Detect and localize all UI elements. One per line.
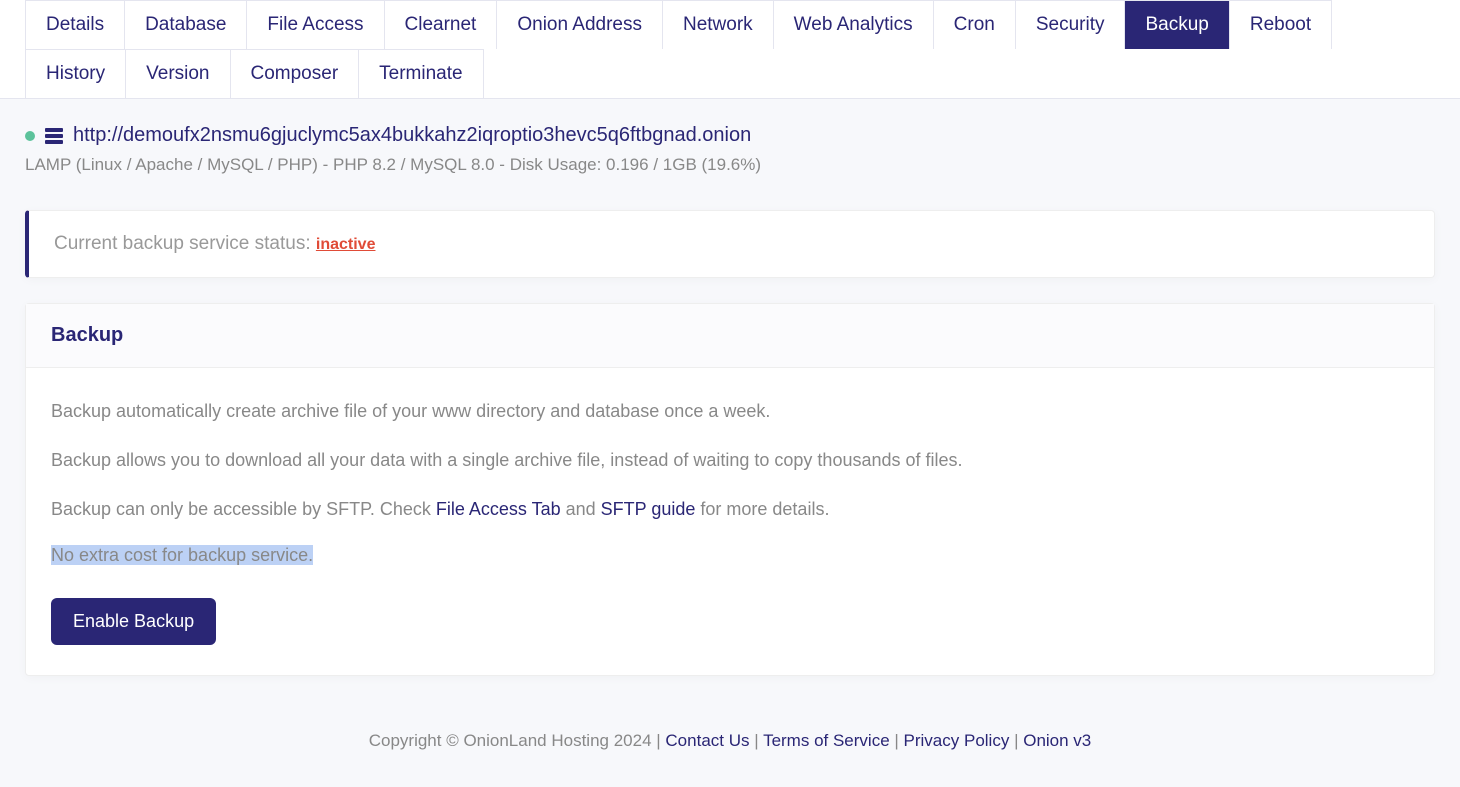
footer-tos-link[interactable]: Terms of Service — [763, 731, 890, 750]
tab-database[interactable]: Database — [124, 0, 247, 49]
backup-p3-pre: Backup can only be accessible by SFTP. C… — [51, 499, 436, 519]
backup-description-2: Backup allows you to download all your d… — [51, 447, 1409, 474]
status-dot-icon — [25, 131, 35, 141]
page-footer: Copyright © OnionLand Hosting 2024 | Con… — [0, 701, 1460, 771]
backup-p3-post: for more details. — [695, 499, 829, 519]
tab-security[interactable]: Security — [1015, 0, 1126, 49]
backup-card-body: Backup automatically create archive file… — [26, 368, 1434, 675]
backup-description-1: Backup automatically create archive file… — [51, 398, 1409, 425]
footer-sep: | — [750, 731, 764, 750]
backup-no-cost-line: No extra cost for backup service. — [51, 545, 1409, 566]
backup-card: Backup Backup automatically create archi… — [25, 303, 1435, 676]
backup-description-3: Backup can only be accessible by SFTP. C… — [51, 496, 1409, 523]
footer-onionv3-link[interactable]: Onion v3 — [1023, 731, 1091, 750]
tabs-row-1: Details Database File Access Clearnet On… — [0, 0, 1460, 49]
tab-details[interactable]: Details — [25, 0, 125, 49]
server-icon — [45, 128, 63, 144]
backup-status-value[interactable]: inactive — [316, 236, 376, 253]
onion-url-link[interactable]: http://demoufx2nsmu6gjuclymc5ax4bukkahz2… — [73, 124, 751, 147]
tab-version[interactable]: Version — [125, 49, 230, 98]
tab-file-access[interactable]: File Access — [246, 0, 384, 49]
tab-composer[interactable]: Composer — [230, 49, 360, 98]
tab-terminate[interactable]: Terminate — [358, 49, 483, 98]
footer-sep: | — [890, 731, 904, 750]
backup-card-title: Backup — [51, 324, 1409, 347]
tab-cron[interactable]: Cron — [933, 0, 1016, 49]
backup-status-card: Current backup service status: inactive — [25, 210, 1435, 278]
tab-web-analytics[interactable]: Web Analytics — [773, 0, 934, 49]
footer-privacy-link[interactable]: Privacy Policy — [904, 731, 1010, 750]
tabs-container: Details Database File Access Clearnet On… — [0, 0, 1460, 99]
footer-contact-link[interactable]: Contact Us — [665, 731, 749, 750]
footer-copyright: Copyright © OnionLand Hosting 2024 — [369, 731, 657, 750]
tabs-row-2: History Version Composer Terminate — [0, 49, 1460, 98]
tab-clearnet[interactable]: Clearnet — [384, 0, 498, 49]
enable-backup-button[interactable]: Enable Backup — [51, 598, 216, 645]
server-info-section: http://demoufx2nsmu6gjuclymc5ax4bukkahz2… — [0, 99, 1460, 185]
tab-backup[interactable]: Backup — [1124, 0, 1229, 49]
tab-onion-address[interactable]: Onion Address — [496, 0, 663, 49]
sftp-guide-link[interactable]: SFTP guide — [601, 499, 696, 519]
backup-card-header: Backup — [26, 304, 1434, 368]
backup-status-label: Current backup service status: — [54, 233, 316, 254]
backup-p3-mid: and — [561, 499, 601, 519]
tab-network[interactable]: Network — [662, 0, 774, 49]
backup-no-cost-highlight: No extra cost for backup service. — [51, 545, 313, 565]
stack-info-text: LAMP (Linux / Apache / MySQL / PHP) - PH… — [25, 155, 1435, 175]
file-access-tab-link[interactable]: File Access Tab — [436, 499, 561, 519]
tab-history[interactable]: History — [25, 49, 126, 98]
tab-reboot[interactable]: Reboot — [1229, 0, 1332, 49]
footer-sep: | — [1009, 731, 1023, 750]
server-info-header: http://demoufx2nsmu6gjuclymc5ax4bukkahz2… — [25, 124, 1435, 147]
